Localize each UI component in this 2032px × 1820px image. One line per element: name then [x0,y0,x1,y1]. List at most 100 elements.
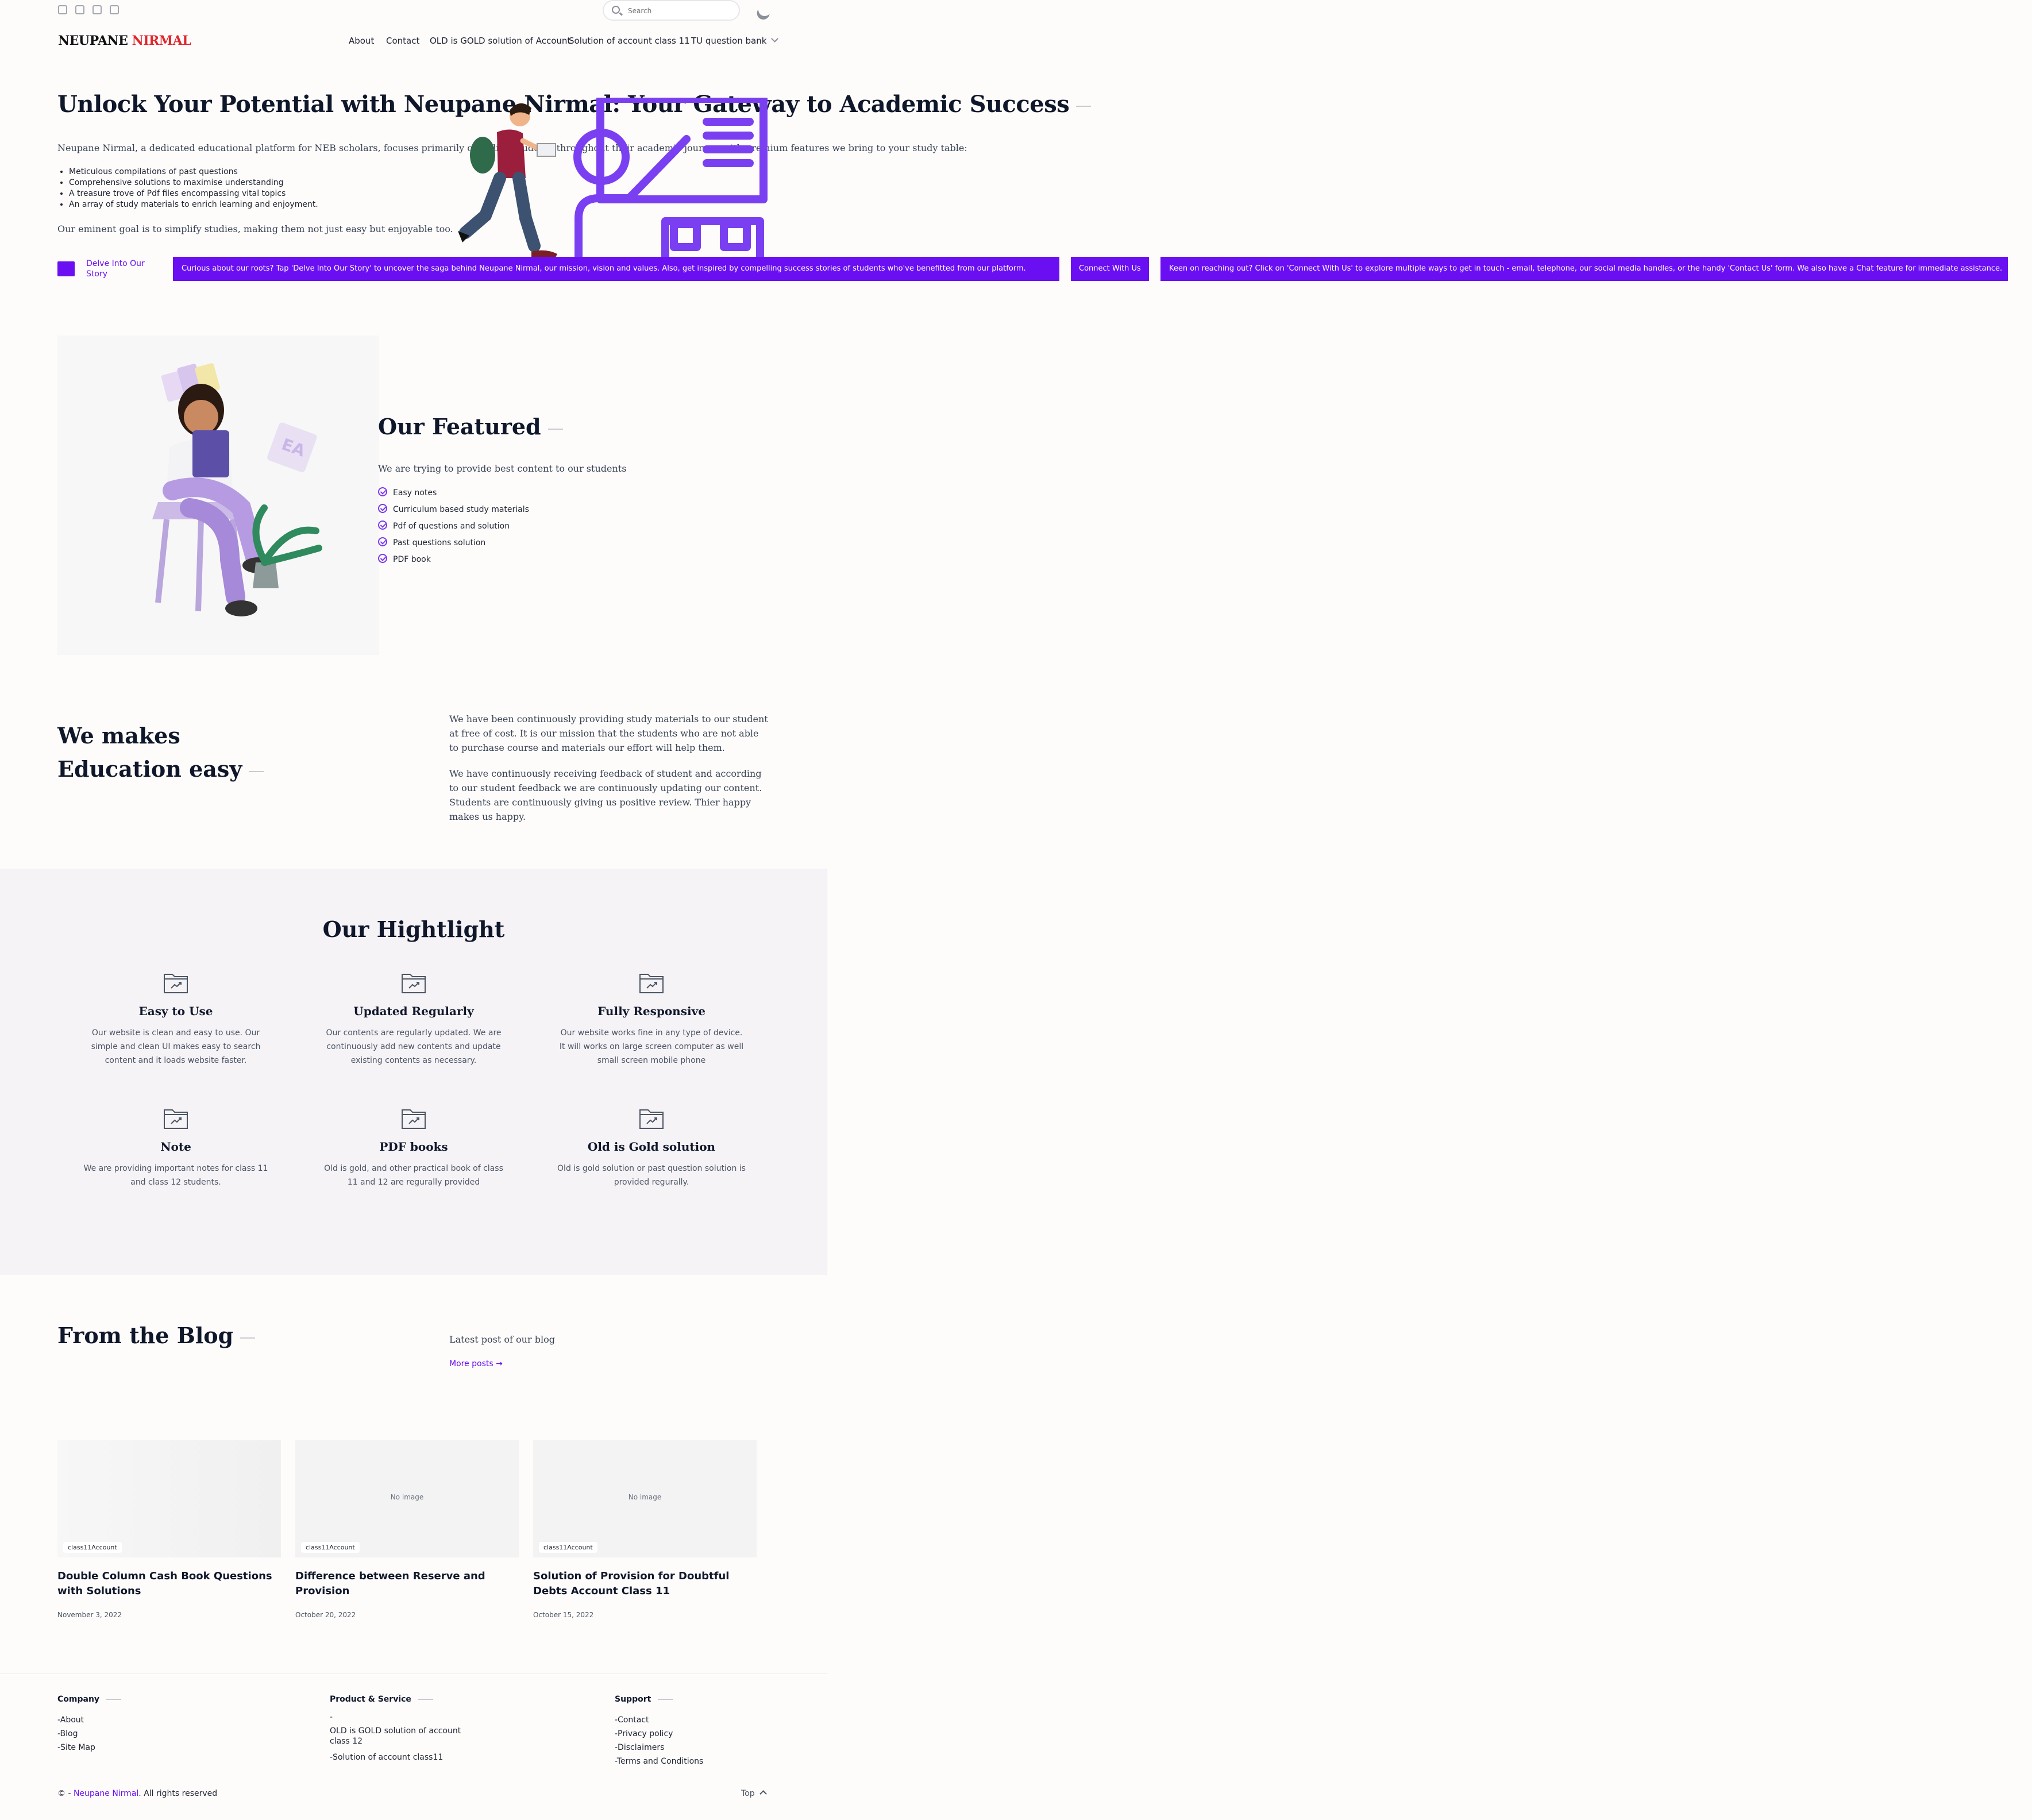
about-paragraph-1: We have been continuously providing stud… [449,714,768,753]
featured-item: Easy notes [378,487,437,498]
highlight-card-title: PDF books [379,1140,448,1154]
moon-icon[interactable] [756,1,773,18]
connect-with-us-button[interactable]: Connect With Us [1071,257,1149,281]
nav-solution-class11[interactable]: Solution of account class 11 [569,36,690,46]
post-category-tag[interactable]: class11Account [539,1542,597,1553]
check-circle-icon [378,537,387,546]
folder-chart-icon [639,971,664,994]
footer-link-dash[interactable]: - [330,1712,333,1722]
featured-item-label: Easy notes [393,488,437,498]
search-box[interactable] [603,0,740,21]
highlight-card: PDF books Old is gold, and other practic… [316,1106,511,1189]
highlight-card-text: Old is gold solution or past question so… [557,1164,746,1187]
title-dash [1076,106,1092,107]
blog-post-card[interactable]: No image class11Account Difference betwe… [295,1440,519,1619]
hero-bullet: An array of study materials to enrich le… [69,199,318,210]
nav-old-is-gold[interactable]: OLD is GOLD solution of Account [430,36,570,46]
about-title: We makes Education easy [57,719,264,786]
nav-about[interactable]: About [349,36,374,46]
post-thumbnail[interactable]: No image class11Account [295,1440,519,1557]
hero-goal: Our eminent goal is to simplify studies,… [57,223,453,234]
highlight-card-text: We are providing important notes for cla… [83,1164,268,1187]
footer-link-solution-class11[interactable]: -Solution of account class11 [330,1752,443,1763]
check-circle-icon [378,504,387,513]
search-icon [612,6,620,14]
instagram-icon[interactable] [75,5,84,14]
linkedin-icon[interactable] [110,5,119,14]
highlight-card-title: Fully Responsive [597,1004,705,1018]
more-posts-link[interactable]: More posts → [449,1359,503,1368]
highlight-card: Note We are providing important notes fo… [78,1106,273,1189]
post-title[interactable]: Difference between Reserve and Provision [295,1569,519,1599]
footer-link-old-is-gold[interactable]: OLD is GOLD solution of account class 12 [330,1726,468,1746]
nav-contact[interactable]: Contact [386,36,419,46]
highlight-card-title: Note [160,1140,191,1154]
featured-item: Pdf of questions and solution [378,520,510,531]
about-paragraph-2: We have continuously receiving feedback … [449,768,762,822]
post-date: October 15, 2022 [533,1611,594,1619]
footer-link-about[interactable]: -About [57,1715,84,1725]
footer-heading-label: Support [615,1695,651,1704]
footer-link-terms[interactable]: -Terms and Conditions [615,1756,703,1767]
title-dash [547,428,563,430]
folder-chart-icon [163,1106,188,1129]
hero-bullet: Meticulous compilations of past question… [69,167,318,178]
hero-illustration [458,98,768,274]
featured-item-label: PDF book [393,555,431,564]
logo-first: NEUPANE [58,33,128,48]
featured-item-label: Curriculum based study materials [393,505,529,514]
connect-tooltip-banner: Keen on reaching out? Click on 'Connect … [1160,257,2008,281]
site-logo[interactable]: NEUPANE NIRMAL [58,33,191,48]
highlight-card-title: Updated Regularly [353,1004,474,1018]
delve-story-button[interactable] [57,261,75,276]
title-dash [106,1699,122,1700]
footer-link-disclaimers[interactable]: -Disclaimers [615,1742,664,1753]
highlight-title: Our Hightlight [322,916,505,942]
folder-chart-icon [639,1106,664,1129]
footer-link-contact[interactable]: -Contact [615,1715,649,1725]
highlight-card: Fully Responsive Our website works fine … [554,971,749,1067]
title-dash [418,1699,433,1700]
post-thumbnail[interactable]: No image class11Account [533,1440,757,1557]
chevron-down-icon [771,35,779,43]
footer-link-privacy[interactable]: -Privacy policy [615,1729,673,1739]
about-title-line2: Education easy [57,756,242,782]
highlight-card-text: Our website works fine in any type of de… [559,1028,744,1065]
post-category-tag[interactable]: class11Account [301,1542,360,1553]
post-category-tag[interactable]: class11Account [63,1542,122,1553]
footer-heading-label: Product & Service [330,1695,411,1704]
folder-chart-icon [401,971,426,994]
featured-item: Curriculum based study materials [378,504,529,514]
highlight-card-title: Old is Gold solution [587,1140,716,1154]
blog-title: From the Blog [57,1322,256,1348]
highlight-card-title: Easy to Use [138,1004,213,1018]
hero-bullet: A treasure trove of Pdf files encompassi… [69,188,318,199]
nav-tu-label: TU question bank [691,36,767,46]
featured-subtitle: We are trying to provide best content to… [378,463,627,474]
post-title[interactable]: Solution of Provision for Doubtful Debts… [533,1569,757,1599]
highlight-card: Old is Gold solution Old is gold solutio… [554,1106,749,1189]
copyright-brand-link[interactable]: Neupane Nirmal [74,1789,138,1798]
post-title[interactable]: Double Column Cash Book Questions with S… [57,1569,281,1599]
featured-item-label: Past questions solution [393,538,486,547]
back-to-top-link[interactable]: Top [741,1789,767,1798]
post-date: October 20, 2022 [295,1611,356,1619]
nav-tu-question-bank[interactable]: TU question bank [691,35,779,46]
blog-post-card[interactable]: class11Account Double Column Cash Book Q… [57,1440,281,1619]
about-title-line1: We makes [57,723,180,749]
delve-story-link[interactable]: Delve Into Our Story [86,259,155,279]
featured-item: Past questions solution [378,537,486,547]
post-thumbnail[interactable]: class11Account [57,1440,281,1557]
search-input[interactable] [627,5,732,17]
title-dash [240,1337,256,1339]
blog-post-card[interactable]: No image class11Account Solution of Prov… [533,1440,757,1619]
title-dash [249,770,264,772]
facebook-icon[interactable] [58,5,67,14]
blog-title-text: From the Blog [57,1322,234,1348]
footer-link-blog[interactable]: -Blog [57,1729,78,1739]
post-date: November 3, 2022 [57,1611,122,1619]
logo-second: NIRMAL [132,33,191,48]
more-posts-label: More posts [449,1359,493,1368]
twitter-icon[interactable] [92,5,102,14]
footer-link-sitemap[interactable]: -Site Map [57,1742,95,1753]
